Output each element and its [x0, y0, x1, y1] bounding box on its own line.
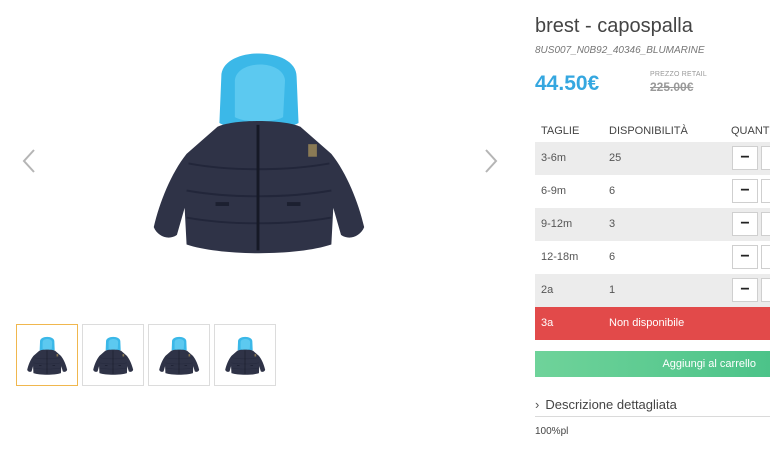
header-size: TAGLIE	[541, 125, 580, 137]
size-label: 3a	[541, 317, 554, 329]
retail-price: 225.00€	[650, 80, 694, 94]
description-toggle[interactable]: › Descrizione dettagliata	[535, 393, 770, 417]
size-label: 6-9m	[541, 185, 567, 197]
product-title: brest - capospalla	[535, 15, 693, 37]
size-label: 9-12m	[541, 218, 573, 230]
thumbnail-front[interactable]	[16, 324, 78, 386]
size-row: 9-12m 3 −	[535, 208, 770, 241]
sizes-table-header: TAGLIE DISPONIBILITÀ QUANT	[535, 120, 770, 142]
thumbnail-back[interactable]	[82, 324, 144, 386]
jacket-thumbnail-image	[25, 333, 69, 377]
availability-value: Non disponibile	[609, 317, 685, 329]
quantity-input[interactable]	[761, 212, 770, 236]
thumbnail-strip	[16, 324, 276, 386]
jacket-thumbnail-image	[223, 333, 267, 377]
sizes-table: TAGLIE DISPONIBILITÀ QUANT 3-6m 25 − 6-9…	[535, 120, 770, 340]
thumbnail-side[interactable]	[148, 324, 210, 386]
product-price: 44.50€	[535, 72, 600, 95]
quantity-decrement-button[interactable]: −	[732, 212, 758, 236]
quantity-decrement-button[interactable]: −	[732, 146, 758, 170]
jacket-thumbnail-image	[157, 333, 201, 377]
quantity-input[interactable]	[761, 278, 770, 302]
retail-price-label: PREZZO RETAIL	[650, 71, 707, 78]
size-label: 2a	[541, 284, 554, 296]
description-text: 100%pl	[535, 426, 569, 437]
product-gallery	[0, 0, 520, 449]
size-row-unavailable: 3a Non disponibile	[535, 307, 770, 340]
availability-value: 6	[609, 251, 616, 263]
size-row: 6-9m 6 −	[535, 175, 770, 208]
thumbnail-detail[interactable]	[214, 324, 276, 386]
product-info-panel: brest - capospalla 8US007_N0B92_40346_BL…	[535, 0, 770, 449]
availability-value: 6	[609, 185, 616, 197]
quantity-decrement-button[interactable]: −	[732, 278, 758, 302]
quantity-decrement-button[interactable]: −	[732, 179, 758, 203]
jacket-thumbnail-image	[91, 333, 135, 377]
availability-value: 1	[609, 284, 616, 296]
product-code: 8US007_N0B92_40346_BLUMARINE	[535, 45, 705, 56]
chevron-right-icon: ›	[535, 397, 540, 412]
quantity-input[interactable]	[761, 146, 770, 170]
size-row: 12-18m 6 −	[535, 241, 770, 274]
quantity-decrement-button[interactable]: −	[732, 245, 758, 269]
header-availability: DISPONIBILITÀ	[609, 125, 688, 137]
availability-value: 25	[609, 152, 622, 164]
size-label: 3-6m	[541, 152, 567, 164]
chevron-right-icon[interactable]	[478, 146, 502, 176]
size-label: 12-18m	[541, 251, 579, 263]
size-row: 3-6m 25 −	[535, 142, 770, 175]
description-toggle-label: Descrizione dettagliata	[545, 397, 677, 412]
size-row: 2a 1 −	[535, 274, 770, 307]
quantity-input[interactable]	[761, 179, 770, 203]
quantity-input[interactable]	[761, 245, 770, 269]
product-main-image	[140, 38, 376, 260]
header-quantity: QUANT	[731, 125, 770, 137]
add-to-cart-button[interactable]: Aggiungi al carrello	[535, 351, 770, 377]
availability-value: 3	[609, 218, 616, 230]
chevron-left-icon[interactable]	[18, 146, 42, 176]
